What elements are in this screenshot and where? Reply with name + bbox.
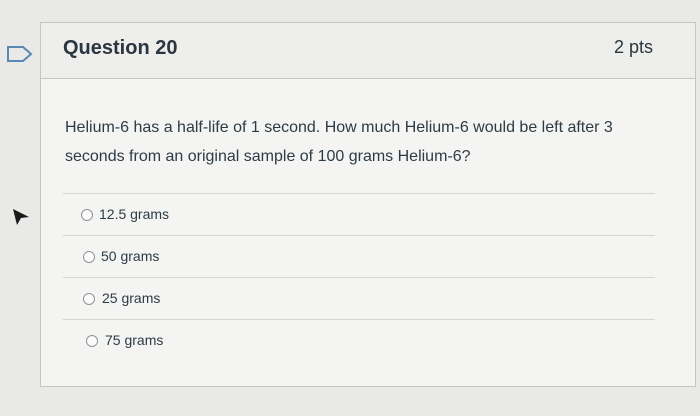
question-text: Helium-6 has a half-life of 1 second. Ho… <box>65 119 613 165</box>
answer-list: 12.5 grams 50 grams 25 grams 75 grams <box>63 193 655 361</box>
answer-label: 50 grams <box>101 248 160 264</box>
question-points: 2 pts <box>613 37 653 57</box>
mouse-pointer-icon <box>13 209 29 225</box>
answer-label: 75 grams <box>105 332 164 348</box>
answer-label: 12.5 grams <box>99 206 170 222</box>
flag-question-icon[interactable] <box>6 44 34 64</box>
radio-button[interactable] <box>83 293 95 305</box>
question-title: Question 20 <box>63 37 178 59</box>
answer-option[interactable]: 25 grams <box>63 277 655 319</box>
answer-option[interactable]: 75 grams <box>63 319 655 361</box>
answer-label: 25 grams <box>102 290 161 306</box>
answer-option[interactable]: 50 grams <box>63 235 655 277</box>
radio-button[interactable] <box>86 335 98 347</box>
radio-button[interactable] <box>83 251 95 263</box>
answer-option[interactable]: 12.5 grams <box>63 193 655 235</box>
question-card: Question 20 2 pts Helium-6 has a half-li… <box>40 22 696 387</box>
question-header: Question 20 2 pts <box>41 23 695 79</box>
radio-button[interactable] <box>81 209 93 221</box>
